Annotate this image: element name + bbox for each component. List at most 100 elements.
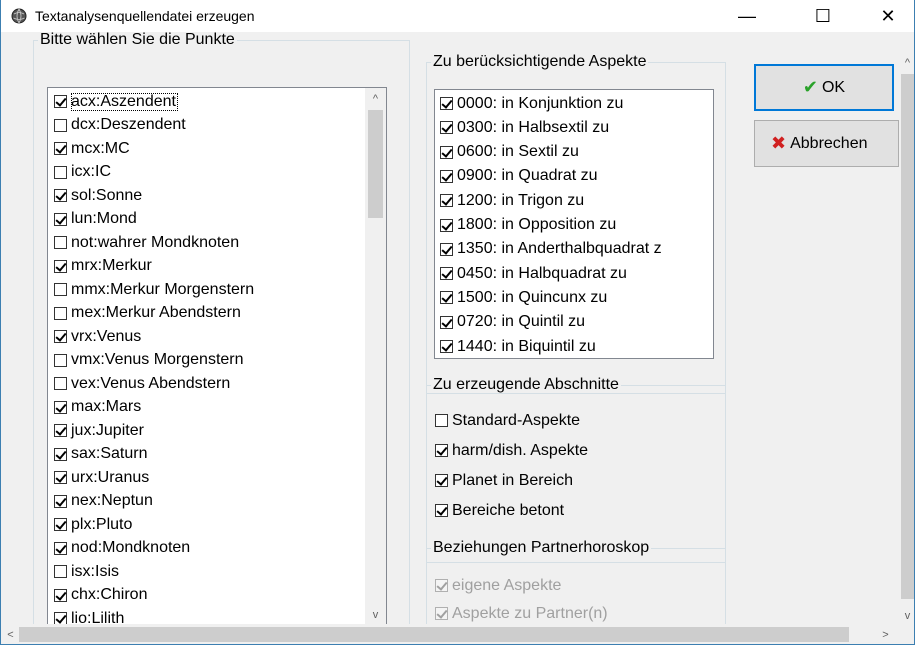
checkbox-checked[interactable] <box>54 518 67 531</box>
checkbox-checked[interactable] <box>54 259 67 273</box>
checkbox-checked[interactable] <box>54 541 67 555</box>
checkbox-checked[interactable] <box>440 267 453 281</box>
checkbox-unchecked[interactable] <box>54 165 67 179</box>
points-item[interactable]: max:Mars <box>54 396 141 419</box>
aspects-item[interactable]: 1440: in Biquintil zu <box>440 335 596 358</box>
checkbox-checked[interactable] <box>440 169 453 183</box>
checkbox-checked[interactable] <box>54 212 67 226</box>
points-item[interactable]: mex:Merkur Abendstern <box>54 302 241 325</box>
window-hscroll-thumb[interactable] <box>19 627 849 642</box>
window-scroll-up-icon[interactable]: ^ <box>899 54 914 71</box>
aspects-item[interactable]: 0300: in Halbsextil zu <box>440 116 609 139</box>
points-item[interactable]: isx:Isis <box>54 560 119 583</box>
minimize-button[interactable]: — <box>724 0 770 32</box>
points-item[interactable]: vrx:Venus <box>54 325 141 348</box>
checkbox-checked[interactable] <box>54 95 67 108</box>
points-item[interactable]: mcx:MC <box>54 137 130 160</box>
checkbox-checked[interactable] <box>54 330 67 343</box>
checkbox-checked[interactable] <box>440 340 453 353</box>
sections-item[interactable]: harm/dish. Aspekte <box>435 439 588 462</box>
checkbox-checked[interactable] <box>54 424 67 437</box>
points-item[interactable]: dcx:Deszendent <box>54 114 186 137</box>
aspects-item[interactable]: 0000: in Konjunktion zu <box>440 92 623 115</box>
sections-item[interactable]: Bereiche betont <box>435 499 564 522</box>
window-vscroll-thumb[interactable] <box>901 74 914 599</box>
checkbox-checked[interactable] <box>54 494 67 508</box>
points-item[interactable]: not:wahrer Mondknoten <box>54 231 239 254</box>
maximize-button[interactable]: ☐ <box>800 0 846 32</box>
aspects-item[interactable]: 0600: in Sextil zu <box>440 141 579 164</box>
checkbox-checked[interactable] <box>54 400 67 414</box>
checkbox-checked[interactable] <box>435 444 448 457</box>
partner-item[interactable]: Aspekte zu Partner(n) <box>435 602 608 625</box>
points-item[interactable]: nex:Neptun <box>54 490 153 513</box>
points-item[interactable]: chx:Chiron <box>54 584 147 607</box>
checkbox-checked[interactable] <box>440 97 453 110</box>
partner-item[interactable]: eigene Aspekte <box>435 574 561 597</box>
checkbox-checked[interactable] <box>440 218 453 232</box>
points-item[interactable]: jux:Jupiter <box>54 419 144 442</box>
checkbox-checked[interactable] <box>435 504 448 517</box>
points-item[interactable]: sol:Sonne <box>54 184 142 207</box>
window-scroll-down-icon[interactable]: v <box>899 607 914 624</box>
checkbox-unchecked[interactable] <box>54 236 67 249</box>
points-item[interactable]: lun:Mond <box>54 208 137 231</box>
aspects-item[interactable]: 0450: in Halbquadrat zu <box>440 262 627 285</box>
aspects-item[interactable]: 1500: in Quincunx zu <box>440 286 607 309</box>
points-scrollbar[interactable]: ^ v <box>365 88 386 624</box>
points-item[interactable]: sax:Saturn <box>54 443 147 466</box>
checkbox-checked[interactable] <box>440 145 453 159</box>
aspects-item[interactable]: 1200: in Trigon zu <box>440 189 584 212</box>
close-button[interactable]: ✕ <box>865 0 911 32</box>
points-item[interactable]: acx:Aszendent <box>54 90 178 113</box>
resize-grip-icon[interactable] <box>899 624 914 644</box>
checkbox-checked[interactable] <box>54 447 67 461</box>
aspects-listbox[interactable]: 0000: in Konjunktion zu 0300: in Halbsext… <box>434 89 714 359</box>
sections-checkbox-list: Standard-Aspekte harm/dish. Aspekte Planet… <box>433 407 713 537</box>
checkbox-checked[interactable] <box>440 242 453 256</box>
points-item[interactable]: plx:Pluto <box>54 513 132 536</box>
points-item[interactable]: urx:Uranus <box>54 466 149 489</box>
checkbox-unchecked[interactable] <box>54 118 67 132</box>
points-item[interactable]: lio:Lilith <box>54 607 124 624</box>
points-item[interactable]: nod:Mondknoten <box>54 537 190 560</box>
scroll-left-arrow-icon[interactable]: < <box>2 626 19 643</box>
checkbox-checked[interactable] <box>54 142 67 155</box>
checkbox-checked[interactable] <box>54 471 67 484</box>
points-item[interactable]: mmx:Merkur Morgenstern <box>54 278 254 301</box>
checkbox-checked[interactable] <box>440 315 453 329</box>
checkbox-unchecked[interactable] <box>54 306 67 320</box>
points-scroll-thumb[interactable] <box>368 110 383 218</box>
scroll-up-arrow-icon[interactable]: ^ <box>367 90 384 107</box>
checkbox-checked[interactable] <box>440 194 453 208</box>
checkbox-unchecked[interactable] <box>435 414 448 427</box>
sections-item[interactable]: Standard-Aspekte <box>435 409 580 432</box>
cancel-button[interactable]: ✖ Abbrechen <box>754 120 899 167</box>
checkbox-checked[interactable] <box>440 291 453 305</box>
checkbox-checked[interactable] <box>440 121 453 135</box>
aspects-item[interactable]: 1800: in Opposition zu <box>440 214 616 237</box>
points-item[interactable]: mrx:Merkur <box>54 255 152 278</box>
scroll-down-arrow-icon[interactable]: v <box>367 606 384 623</box>
ok-button[interactable]: ✔ OK <box>754 64 894 111</box>
aspects-item[interactable]: 0720: in Quintil zu <box>440 311 585 334</box>
window-horizontal-scrollbar[interactable]: < > <box>1 624 901 644</box>
checkbox-checked[interactable] <box>54 189 67 202</box>
window-vertical-scrollbar[interactable]: ^ v <box>899 54 914 624</box>
scroll-right-arrow-icon[interactable]: > <box>877 626 894 643</box>
points-item[interactable]: vmx:Venus Morgenstern <box>54 349 244 372</box>
points-item-label: not:wahrer Mondknoten <box>71 233 240 251</box>
checkbox-unchecked[interactable] <box>54 353 67 367</box>
checkbox-unchecked[interactable] <box>54 565 67 578</box>
checkbox-unchecked[interactable] <box>54 377 67 390</box>
aspects-item[interactable]: 1350: in Anderthalbquadrat z <box>440 238 662 261</box>
points-listbox[interactable]: ^ v acx:Aszendent dcx:Deszendent mcx:MC icx… <box>47 87 387 625</box>
checkbox-unchecked[interactable] <box>54 283 67 296</box>
sections-item[interactable]: Planet in Bereich <box>435 469 573 492</box>
checkbox-checked[interactable] <box>435 474 448 487</box>
points-item[interactable]: vex:Venus Abendstern <box>54 372 230 395</box>
checkbox-checked[interactable] <box>54 588 67 602</box>
title-bar[interactable]: Textanalysenquellendatei erzeugen — ☐ ✕ <box>1 0 914 32</box>
aspects-item[interactable]: 0900: in Quadrat zu <box>440 165 598 188</box>
points-item[interactable]: icx:IC <box>54 161 111 184</box>
